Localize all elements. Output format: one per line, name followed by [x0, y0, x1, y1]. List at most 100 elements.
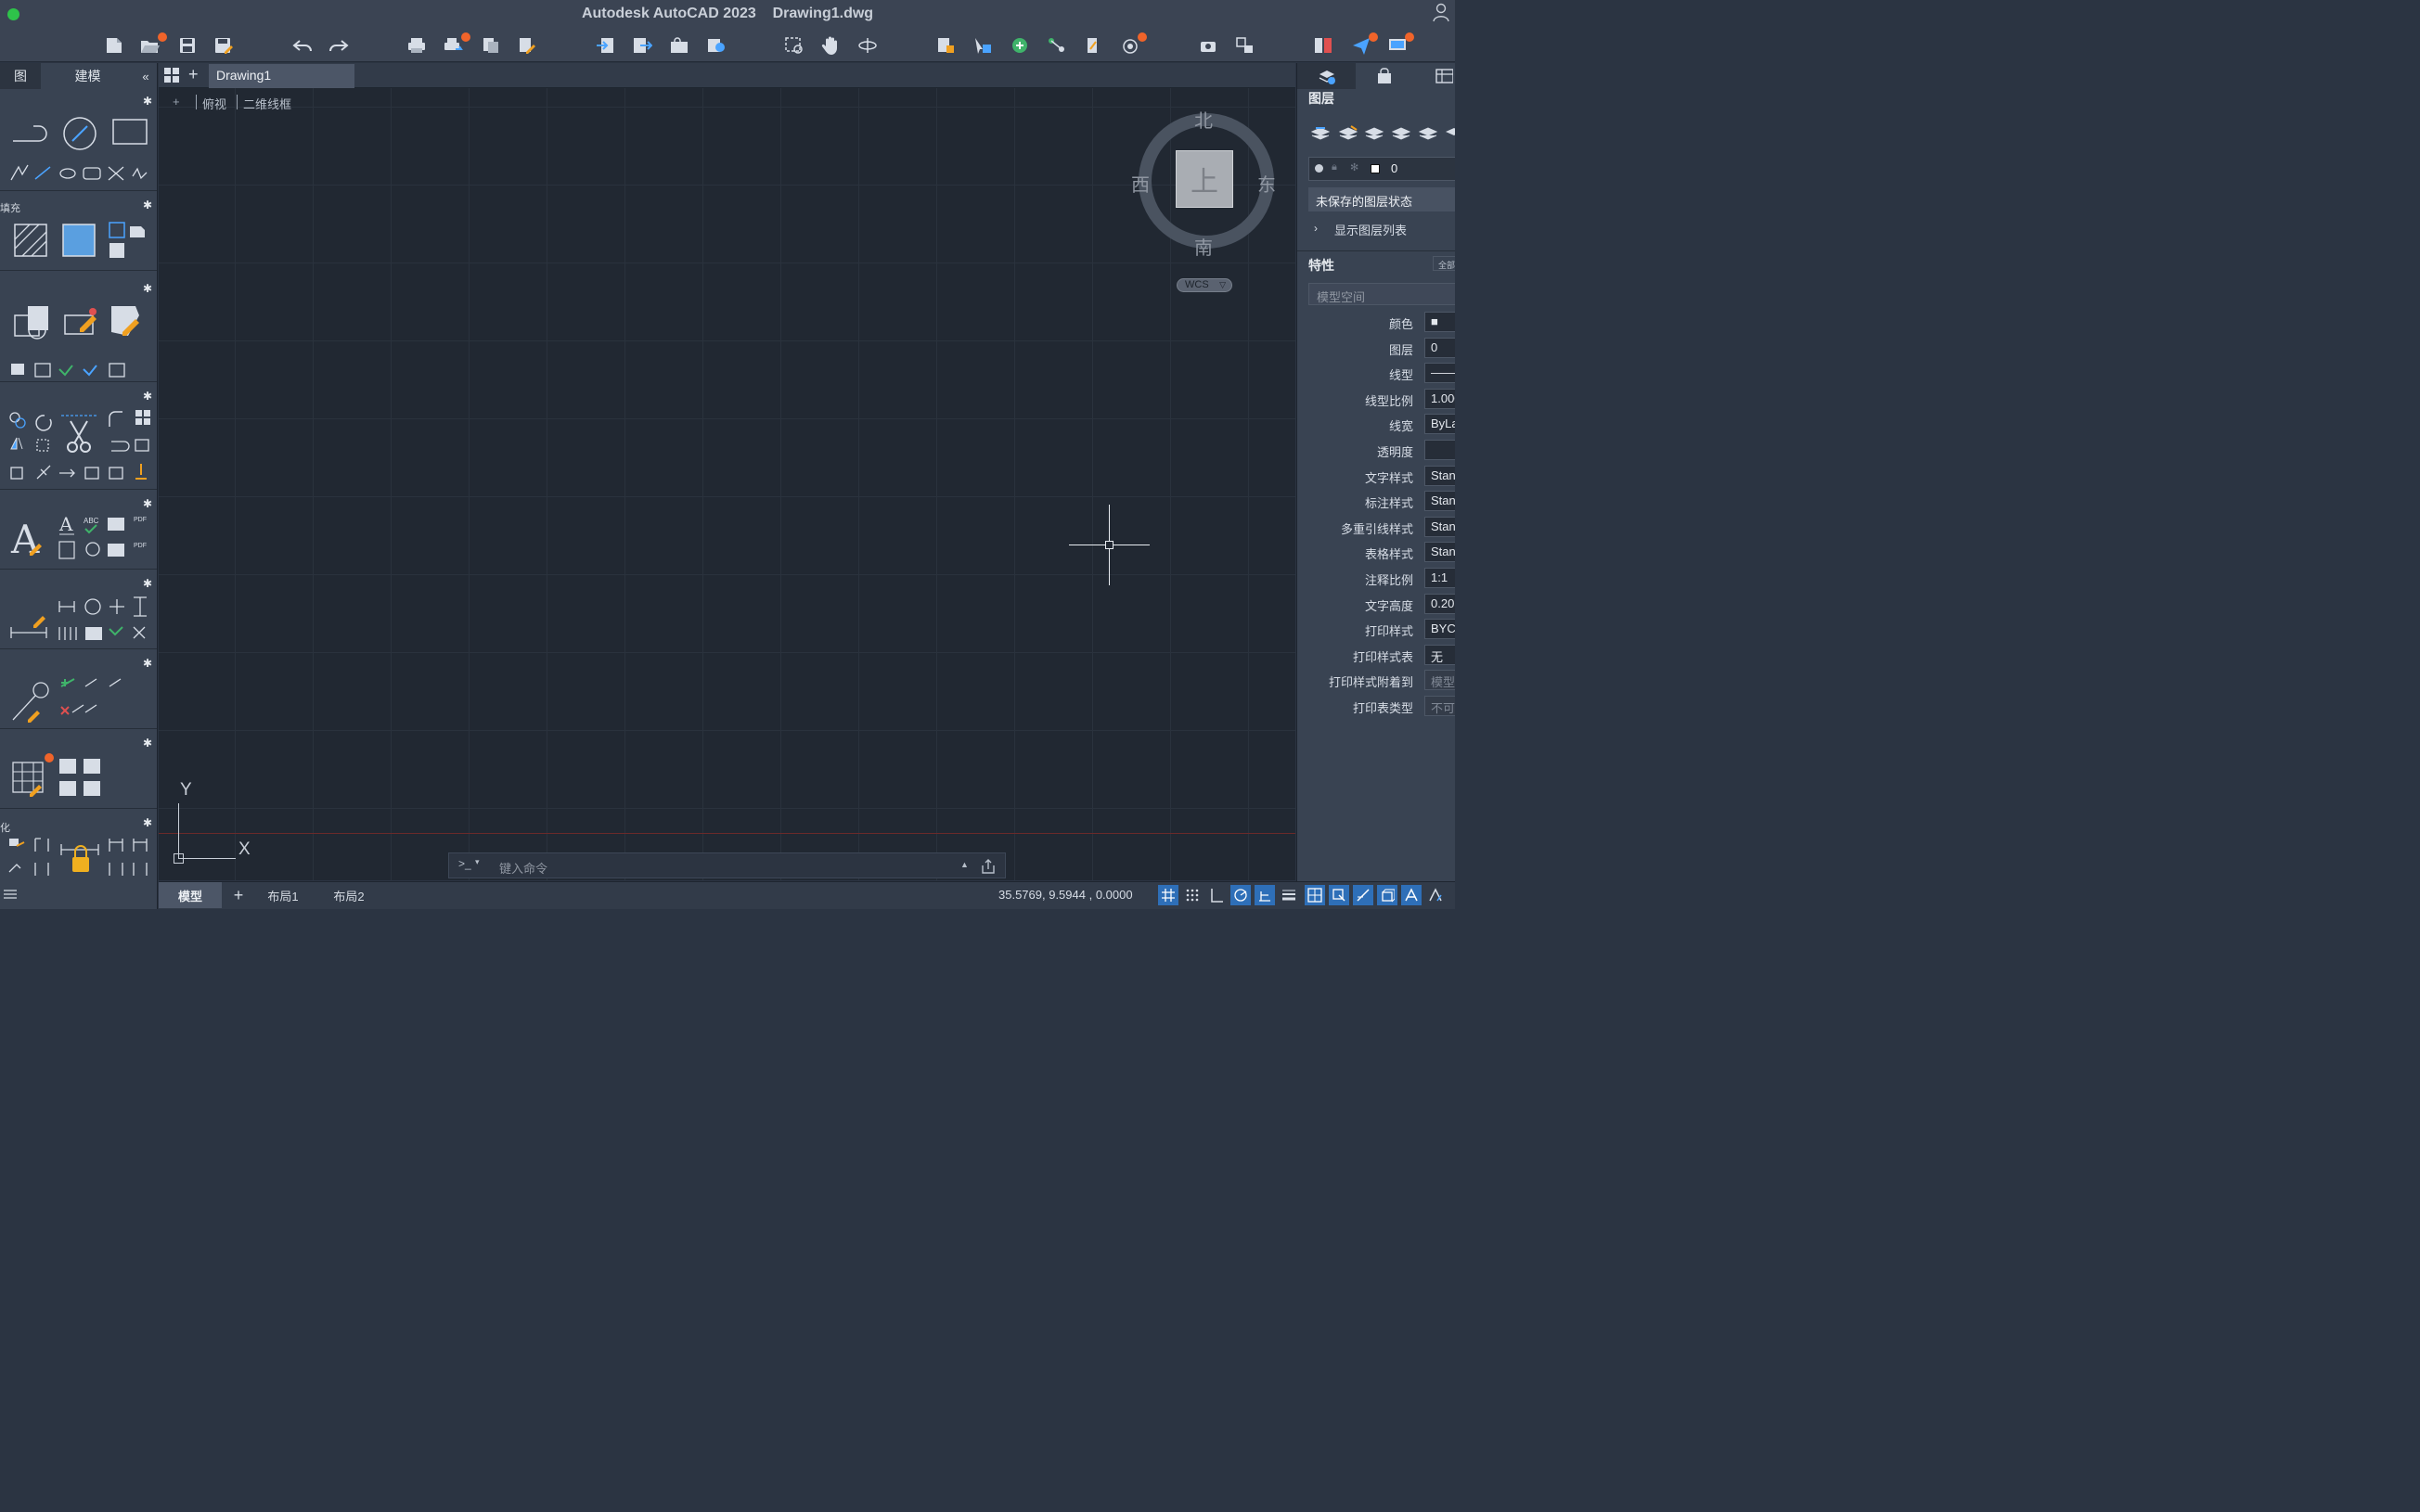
- quick-select-icon[interactable]: [971, 33, 995, 58]
- property-value[interactable]: Stan: [1424, 491, 1455, 512]
- camera-icon[interactable]: [1197, 33, 1221, 58]
- grid-view-icon[interactable]: [162, 66, 181, 84]
- tab-drawing[interactable]: 图: [0, 63, 41, 89]
- block-tools-icon[interactable]: [11, 302, 150, 343]
- gear-icon[interactable]: ✱: [143, 199, 152, 211]
- gear-icon[interactable]: ✱: [143, 577, 152, 590]
- modify-tools-icon[interactable]: [6, 408, 154, 486]
- redo-icon[interactable]: [327, 33, 351, 58]
- viewport-controls[interactable]: +: [173, 95, 180, 109]
- compass-east[interactable]: 东: [1257, 170, 1276, 197]
- new-tab-button[interactable]: +: [188, 65, 199, 84]
- draw-tools-row[interactable]: [0, 163, 153, 184]
- view-control[interactable]: 俯视: [202, 95, 226, 112]
- wcs-menu[interactable]: WCS ▽: [1177, 278, 1232, 292]
- polyline-icon[interactable]: [11, 115, 150, 152]
- annotate-tools-icon[interactable]: [6, 835, 156, 881]
- xref-icon[interactable]: [1045, 33, 1069, 58]
- isodraft-icon[interactable]: [1255, 885, 1275, 905]
- tab-layers[interactable]: [1297, 63, 1356, 89]
- user-account-icon[interactable]: [1432, 2, 1450, 22]
- tab-layout2[interactable]: 布局2: [318, 882, 380, 908]
- menu-icon[interactable]: [4, 889, 17, 900]
- property-value[interactable]: 模型: [1424, 670, 1455, 691]
- gear-icon[interactable]: ✱: [143, 816, 152, 829]
- ortho-mode-icon[interactable]: [1206, 885, 1227, 905]
- view-manager-icon[interactable]: [1233, 33, 1257, 58]
- property-value[interactable]: 无: [1424, 644, 1455, 665]
- annotation-visibility-icon[interactable]: [1401, 885, 1422, 905]
- drawing-canvas[interactable]: [159, 88, 1295, 880]
- property-value[interactable]: BYC: [1424, 619, 1455, 640]
- block-row-icons[interactable]: [0, 360, 153, 382]
- space-dropdown[interactable]: 模型空间: [1308, 283, 1455, 305]
- tab-layout1[interactable]: 布局1: [255, 882, 311, 908]
- property-value[interactable]: ByLa: [1424, 414, 1455, 435]
- text-tools-icon[interactable]: A A ABC PDF PDF: [7, 512, 156, 564]
- page-setup-icon[interactable]: [515, 33, 539, 58]
- undo-icon[interactable]: [290, 33, 315, 58]
- command-input[interactable]: 键入命令: [499, 859, 547, 877]
- property-value[interactable]: ——: [1424, 363, 1455, 384]
- sheet-set-icon[interactable]: [1311, 33, 1335, 58]
- property-value[interactable]: 0.20: [1424, 593, 1455, 614]
- find-icon[interactable]: [1008, 33, 1032, 58]
- dimension-tools-icon[interactable]: [7, 592, 156, 646]
- property-value[interactable]: 1.000: [1424, 388, 1455, 409]
- property-value[interactable]: ■: [1424, 312, 1455, 332]
- import-icon[interactable]: [594, 33, 618, 58]
- viewcube-top-face[interactable]: 上: [1176, 150, 1233, 208]
- show-layer-list-link[interactable]: 显示图层列表: [1334, 221, 1407, 238]
- new-file-icon[interactable]: [102, 33, 126, 58]
- lineweight-icon[interactable]: [1279, 885, 1299, 905]
- tab-modeling[interactable]: 建模: [48, 63, 127, 89]
- gear-icon[interactable]: ✱: [143, 282, 152, 295]
- layer-dropdown[interactable]: 🔒︎ ✻ 0: [1308, 157, 1455, 181]
- tab-table-icon[interactable]: [1435, 67, 1453, 85]
- gear-icon[interactable]: ✱: [143, 497, 152, 510]
- gear-icon[interactable]: ✱: [143, 737, 152, 750]
- properties-icon[interactable]: [933, 33, 958, 58]
- 3d-osnap-icon[interactable]: [1353, 885, 1373, 905]
- publish-icon[interactable]: [479, 33, 503, 58]
- save-icon[interactable]: [175, 33, 200, 58]
- collapse-button[interactable]: «: [137, 63, 154, 89]
- selection-filter-dropdown[interactable]: 全部: [1433, 256, 1455, 271]
- hatch-icon[interactable]: [11, 221, 150, 262]
- property-value[interactable]: 不可用: [1424, 696, 1455, 716]
- dynamic-ucs-icon[interactable]: [1377, 885, 1397, 905]
- attach-icon[interactable]: [667, 33, 691, 58]
- snap-mode-icon[interactable]: [1182, 885, 1203, 905]
- history-toggle-icon[interactable]: ▲: [960, 860, 969, 869]
- share-icon[interactable]: [704, 33, 728, 58]
- zoom-window-icon[interactable]: [782, 33, 806, 58]
- gear-icon[interactable]: ✱: [143, 657, 152, 670]
- property-value[interactable]: Stan: [1424, 465, 1455, 486]
- property-value[interactable]: Stan: [1424, 516, 1455, 537]
- orbit-icon[interactable]: [856, 33, 880, 58]
- leader-tools-icon[interactable]: [7, 673, 156, 725]
- compass-west[interactable]: 西: [1131, 170, 1150, 197]
- command-prompt-icon[interactable]: >_: [458, 857, 471, 870]
- command-line[interactable]: >_ ▾ 键入命令 ▲: [448, 852, 1006, 878]
- property-value[interactable]: 1:1: [1424, 568, 1455, 588]
- gear-icon[interactable]: ✱: [143, 390, 152, 403]
- tab-model[interactable]: 模型: [159, 882, 222, 908]
- gear-icon[interactable]: ✱: [143, 95, 152, 108]
- pan-icon[interactable]: [818, 33, 843, 58]
- compass-south[interactable]: 南: [1194, 233, 1213, 260]
- share-icon[interactable]: [980, 858, 997, 875]
- plot-icon[interactable]: [405, 33, 429, 58]
- chevron-down-icon[interactable]: ▾: [475, 857, 480, 867]
- add-layout-button[interactable]: +: [229, 882, 248, 908]
- export-icon[interactable]: [630, 33, 654, 58]
- property-value[interactable]: [1424, 440, 1455, 460]
- tab-drawing1[interactable]: Drawing1: [209, 64, 354, 88]
- polar-tracking-icon[interactable]: [1230, 885, 1251, 905]
- selection-cycling-icon[interactable]: [1329, 885, 1349, 905]
- property-value[interactable]: Stan: [1424, 542, 1455, 563]
- tab-blocks-icon[interactable]: [1375, 67, 1394, 85]
- table-tools-icon[interactable]: [7, 759, 156, 807]
- grid-mode-icon[interactable]: [1158, 885, 1178, 905]
- annotation-scale-icon[interactable]: [1425, 885, 1446, 905]
